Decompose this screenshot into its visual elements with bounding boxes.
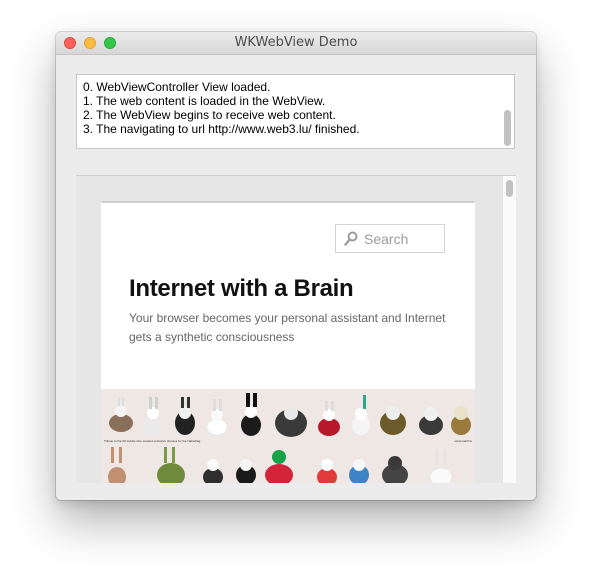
log-line: 3. The navigating to url http://www.web3… [83,122,360,136]
banner-credit: www.web3.lu [454,439,472,443]
webview-scrollbar-thumb[interactable] [506,180,513,197]
log-line: 2. The WebView begins to receive web con… [83,108,336,122]
webview-scrollbar-track[interactable] [502,176,516,483]
log-line: 1. The web content is loaded in the WebV… [83,94,326,108]
web-page: Search Internet with a Brain Your browse… [101,201,475,483]
window-title: WKWebView Demo [234,35,358,50]
banner-caption: Tribute to the 60 stylists who created e… [104,439,201,443]
rabbit-collage-image [108,393,471,483]
log-line: 0. WebViewController View loaded. [83,80,271,94]
app-window: WKWebView Demo 0. WebViewController View… [56,32,536,500]
log-scrollbar[interactable] [504,110,511,146]
site-tagline: Your browser becomes your personal assis… [129,311,446,344]
log-text-view[interactable]: 0. WebViewController View loaded. 1. The… [76,74,515,149]
search-icon [344,231,358,246]
search-input[interactable]: Search [335,224,445,253]
title-bar[interactable]: WKWebView Demo [56,32,536,55]
banner-image[interactable]: Tribute to the 60 stylists who created e… [101,389,475,483]
site-title[interactable]: Internet with a Brain [129,275,354,303]
web-view[interactable]: Search Internet with a Brain Your browse… [76,175,516,483]
search-placeholder: Search [364,230,409,247]
